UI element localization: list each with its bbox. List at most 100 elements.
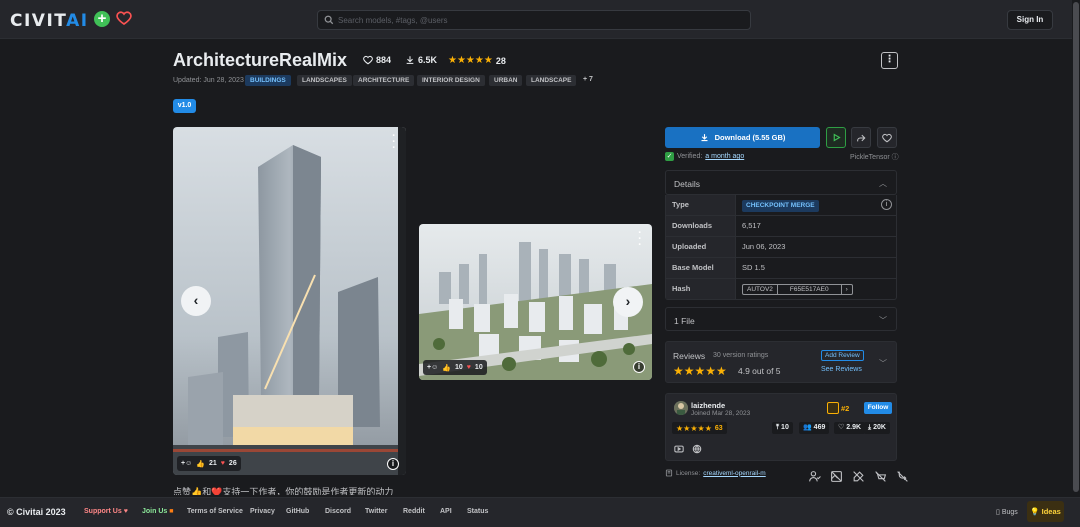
credit-required-icon[interactable] bbox=[808, 470, 821, 483]
globe-icon[interactable] bbox=[692, 444, 702, 454]
more-tags[interactable]: + 7 bbox=[583, 76, 593, 83]
thumbs-up-icon: 👍 bbox=[442, 364, 451, 372]
image-2-reactions[interactable]: +☺ 👍 10 ♥ 10 bbox=[423, 360, 487, 375]
civitai-logo[interactable]: CIVITAI bbox=[10, 11, 89, 31]
tag-landscape[interactable]: LANDSCAPE bbox=[526, 75, 577, 86]
license-link[interactable]: creativeml-openrail-m bbox=[703, 470, 766, 477]
rank-icon bbox=[827, 402, 839, 414]
download-icon bbox=[701, 134, 708, 142]
chevron-down-icon[interactable]: ﹀ bbox=[879, 358, 887, 369]
heart-icon: ♥ bbox=[123, 508, 128, 515]
ideas-button[interactable]: 💡 Ideas bbox=[1027, 501, 1064, 522]
creator-rating: ★★★★★ 63 bbox=[672, 422, 727, 434]
info-icon[interactable]: ⓘ bbox=[892, 154, 899, 161]
updated-date: Updated: Jun 28, 2023 bbox=[173, 77, 244, 84]
rating-stat[interactable]: ★★★★★ 28 bbox=[448, 55, 506, 66]
image-menu-icon[interactable]: · · · bbox=[391, 131, 397, 154]
add-review-button[interactable]: Add Review bbox=[821, 350, 864, 361]
follow-button[interactable]: Follow bbox=[864, 402, 892, 414]
review-stars: ★★★★★ bbox=[673, 364, 727, 378]
more-options-button[interactable]: ⋮ bbox=[881, 52, 898, 69]
footer-status[interactable]: Status bbox=[467, 508, 488, 515]
avatar[interactable] bbox=[674, 401, 688, 415]
bugs-button[interactable]: ▯ Bugs bbox=[996, 508, 1018, 516]
see-reviews-link[interactable]: See Reviews bbox=[821, 366, 862, 373]
no-generation-service-icon[interactable] bbox=[852, 470, 865, 483]
creator-name[interactable]: laizhende bbox=[691, 401, 725, 410]
bug-icon: ▯ bbox=[996, 509, 1000, 516]
creator-likes: ♡ 2.9K bbox=[834, 422, 866, 434]
gallery-image-1[interactable]: · · · ‹ +☺ 👍 21 ♥ 26 i bbox=[173, 127, 406, 475]
details-row-hash: Hash AUTOV2 F65E517AE0 › bbox=[665, 279, 897, 300]
tag-architecture[interactable]: ARCHITECTURE bbox=[353, 75, 415, 86]
footer-github[interactable]: GitHub bbox=[286, 508, 309, 515]
add-reaction-icon[interactable]: +☺ bbox=[181, 460, 192, 467]
footer-privacy[interactable]: Privacy bbox=[250, 508, 275, 515]
sign-in-button[interactable]: Sign In bbox=[1007, 10, 1053, 30]
creator-downloads: ⤓ 20K bbox=[864, 422, 890, 434]
model-title: ArchitectureRealMix bbox=[173, 50, 348, 70]
download-button[interactable]: Download (5.55 GB) bbox=[665, 127, 820, 148]
footer-reddit[interactable]: Reddit bbox=[403, 508, 425, 515]
image-menu-icon[interactable]: · · · bbox=[637, 228, 643, 251]
chevron-right-icon[interactable]: › bbox=[842, 285, 852, 294]
details-accordion-header[interactable]: Details ︿ bbox=[665, 170, 897, 195]
scrollbar-thumb[interactable] bbox=[1073, 2, 1079, 492]
check-icon: ✓ bbox=[665, 152, 674, 161]
verified-time-link[interactable]: a month ago bbox=[705, 153, 744, 160]
details-row-type: Type CHECKPOINT MERGE i bbox=[665, 195, 897, 216]
image-info-icon[interactable]: i bbox=[633, 361, 645, 373]
creator-followers: 👥 469 bbox=[799, 422, 830, 434]
footer-api[interactable]: API bbox=[440, 508, 452, 515]
version-badge[interactable]: v1.0 bbox=[173, 99, 196, 113]
downloads-stat: 6.5K bbox=[405, 55, 437, 65]
favorite-button[interactable] bbox=[877, 127, 897, 148]
gallery-image-2[interactable]: · · · › +☺ 👍 10 ♥ 10 i bbox=[419, 224, 652, 380]
image-1-reactions[interactable]: +☺ 👍 21 ♥ 26 bbox=[177, 456, 241, 471]
share-button[interactable] bbox=[851, 127, 871, 148]
verified-by: PickleTensor ⓘ bbox=[850, 154, 899, 161]
footer-terms[interactable]: Terms of Service bbox=[187, 508, 243, 515]
tag-landscapes[interactable]: LANDSCAPES bbox=[297, 75, 352, 86]
type-badge: CHECKPOINT MERGE bbox=[742, 200, 819, 212]
search-box[interactable] bbox=[317, 10, 751, 30]
run-button[interactable] bbox=[826, 127, 846, 148]
footer-twitter[interactable]: Twitter bbox=[365, 508, 387, 515]
info-icon[interactable]: i bbox=[881, 199, 892, 210]
heart-reaction-icon: ♥ bbox=[220, 460, 225, 467]
files-accordion[interactable]: 1 File ﹀ bbox=[665, 307, 897, 331]
chevron-up-icon: ︿ bbox=[879, 179, 887, 188]
carousel-prev-button[interactable]: ‹ bbox=[181, 286, 211, 316]
footer-copyright: © Civitai 2023 bbox=[7, 507, 66, 517]
lightbulb-icon: 💡 bbox=[1030, 507, 1040, 516]
tag-urban[interactable]: URBAN bbox=[489, 75, 523, 86]
hash-display[interactable]: AUTOV2 F65E517AE0 › bbox=[742, 284, 853, 295]
heart-outline-icon[interactable] bbox=[116, 10, 132, 26]
heart-reaction-icon: ♥ bbox=[466, 364, 471, 371]
download-icon: ⤓ bbox=[868, 424, 872, 431]
license-info: License: creativeml-openrail-m bbox=[665, 469, 766, 477]
heart-icon bbox=[882, 133, 892, 142]
likes-stat: 884 bbox=[363, 55, 391, 65]
reviews-panel: Reviews 30 version ratings ★★★★★ 4.9 out… bbox=[665, 341, 897, 383]
no-sell-images-icon[interactable] bbox=[830, 470, 843, 483]
play-icon bbox=[833, 133, 841, 142]
add-reaction-icon[interactable]: +☺ bbox=[427, 364, 438, 371]
footer-support-us[interactable]: Support Us ♥ bbox=[84, 508, 128, 515]
users-icon: 👥 bbox=[803, 424, 812, 431]
no-sell-model-icon[interactable] bbox=[874, 470, 887, 483]
create-plus-icon[interactable]: + bbox=[94, 11, 110, 27]
search-icon bbox=[324, 15, 334, 25]
tag-buildings[interactable]: BUILDINGS bbox=[245, 75, 291, 86]
carousel-next-button[interactable]: › bbox=[613, 287, 643, 317]
footer-join-us[interactable]: Join Us ■ bbox=[142, 508, 173, 515]
chevron-down-icon: ﹀ bbox=[879, 316, 887, 325]
youtube-icon[interactable] bbox=[674, 444, 684, 454]
license-icon bbox=[665, 469, 673, 477]
image-info-icon[interactable]: i bbox=[387, 458, 399, 470]
footer-discord[interactable]: Discord bbox=[325, 508, 351, 515]
briefcase-icon: ■ bbox=[169, 508, 174, 515]
tag-interior-design[interactable]: INTERIOR DESIGN bbox=[417, 75, 485, 86]
no-merge-icon[interactable] bbox=[896, 470, 909, 483]
search-input[interactable] bbox=[338, 13, 738, 27]
